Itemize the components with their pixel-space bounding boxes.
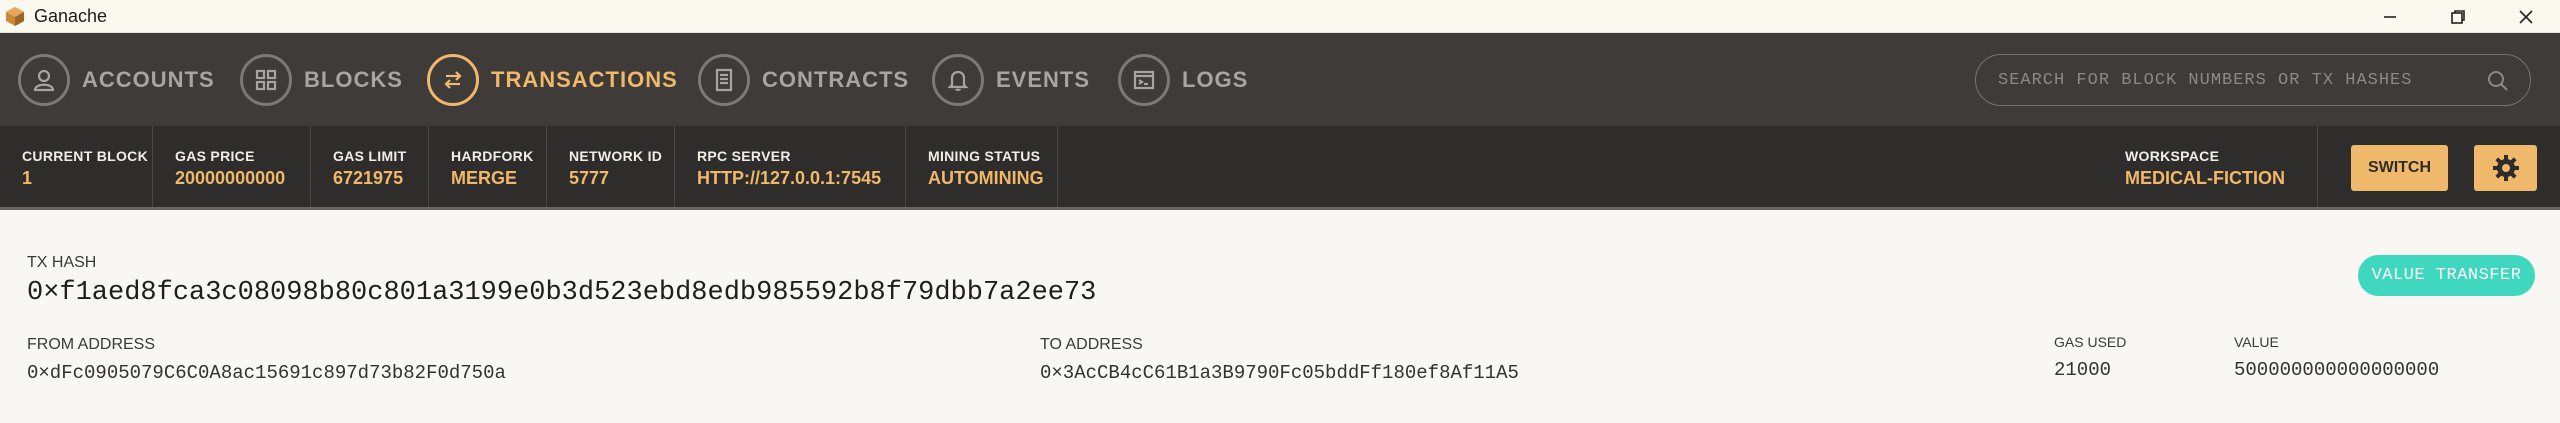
minimize-button[interactable] (2356, 0, 2424, 33)
from-address-label: FROM ADDRESS (27, 336, 156, 353)
stat-mining-status: MINING STATUS AUTOMINING (906, 126, 1058, 207)
search-icon[interactable] (2486, 69, 2510, 93)
search-input[interactable] (1996, 69, 2470, 91)
stat-value: 20000000000 (175, 168, 286, 188)
stat-workspace: WORKSPACE MEDICAL-FICTION (2103, 126, 2318, 207)
stat-value: MEDICAL-FICTION (2125, 168, 2285, 188)
main-nav: ACCOUNTS BLOCKS TRANSACTIONS CONTRACTS E… (0, 33, 2560, 126)
terminal-icon (1118, 54, 1170, 106)
nav-logs-label: LOGS (1182, 67, 1249, 92)
nav-events[interactable]: EVENTS (932, 51, 1090, 109)
stat-label: MINING STATUS (928, 148, 1041, 164)
stat-value: HTTP://127.0.0.1:7545 (697, 168, 882, 188)
window-controls (2356, 0, 2560, 33)
gear-icon (2492, 155, 2519, 181)
tx-hash-value: 0×f1aed8fca3c08098b80c801a3199e0b3d523eb… (27, 278, 1097, 308)
tx-type-badge: VALUE TRANSFER (2358, 255, 2535, 296)
stat-network-id: NETWORK ID 5777 (547, 126, 675, 207)
stat-label: GAS PRICE (175, 148, 255, 164)
nav-blocks-label: BLOCKS (304, 67, 403, 92)
nav-contracts[interactable]: CONTRACTS (698, 51, 909, 109)
nav-transactions[interactable]: TRANSACTIONS (427, 51, 678, 109)
stat-label: RPC SERVER (697, 148, 791, 164)
window-title: Ganache (34, 5, 108, 26)
stat-label: WORKSPACE (2125, 148, 2220, 164)
value-amount: 500000000000000000 (2234, 359, 2440, 381)
search-box (1975, 54, 2531, 106)
settings-button[interactable] (2474, 145, 2537, 191)
stat-label: NETWORK ID (569, 148, 663, 164)
bell-icon (932, 54, 984, 106)
from-address-value: 0×dFc0905079C6C0A8ac15691c897d73b82F0d75… (27, 362, 506, 384)
account-icon (18, 54, 70, 106)
transaction-list: TX HASH 0×f1aed8fca3c08098b80c801a3199e0… (0, 210, 2560, 423)
document-icon (698, 54, 750, 106)
restore-button[interactable] (2424, 0, 2492, 33)
stat-label: GAS LIMIT (333, 148, 407, 164)
stat-current-block: CURRENT BLOCK 1 (0, 126, 153, 207)
minimize-icon (2384, 15, 2396, 18)
stat-hardfork: HARDFORK MERGE (429, 126, 547, 207)
to-address-value: 0×3AcCB4cC61B1a3B9790Fc05bddFf180ef8Af11… (1040, 362, 1519, 384)
value-label: VALUE (2234, 334, 2279, 350)
nav-transactions-label: TRANSACTIONS (491, 67, 678, 92)
stat-label: HARDFORK (451, 148, 534, 164)
gas-used-label: GAS USED (2054, 334, 2127, 350)
nav-logs[interactable]: LOGS (1118, 51, 1248, 109)
restore-icon (2451, 9, 2465, 24)
swap-arrows-icon (427, 54, 479, 106)
nav-blocks[interactable]: BLOCKS (240, 51, 403, 109)
stat-rpc-server: RPC SERVER HTTP://127.0.0.1:7545 (675, 126, 906, 207)
switch-workspace-button[interactable]: SWITCH (2351, 145, 2448, 191)
close-button[interactable] (2492, 0, 2560, 33)
ganache-logo-icon (6, 7, 24, 26)
grid-icon (240, 54, 292, 106)
window-titlebar: Ganache (0, 0, 2560, 33)
nav-events-label: EVENTS (996, 67, 1091, 92)
status-bar: CURRENT BLOCK 1 GAS PRICE 20000000000 GA… (0, 126, 2560, 210)
close-icon (2519, 9, 2533, 24)
stat-value: 6721975 (333, 168, 404, 188)
tx-hash-label: TX HASH (27, 254, 97, 271)
stat-value: 5777 (569, 168, 610, 188)
to-address-label: TO ADDRESS (1040, 336, 1143, 353)
stat-value: AUTOMINING (928, 168, 1044, 188)
stat-value: 1 (22, 168, 33, 188)
stat-gas-price: GAS PRICE 20000000000 (153, 126, 311, 207)
stat-gas-limit: GAS LIMIT 6721975 (311, 126, 429, 207)
gas-used-value: 21000 (2054, 359, 2112, 381)
stat-label: CURRENT BLOCK (22, 148, 149, 164)
nav-accounts[interactable]: ACCOUNTS (18, 51, 215, 109)
nav-contracts-label: CONTRACTS (762, 67, 910, 92)
nav-accounts-label: ACCOUNTS (82, 67, 215, 92)
stat-value: MERGE (451, 168, 518, 188)
